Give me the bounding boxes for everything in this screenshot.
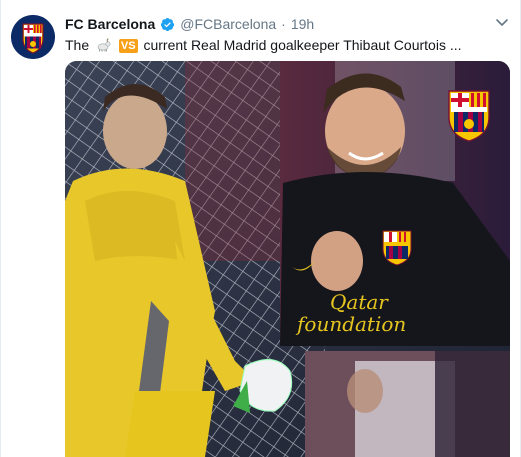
chevron-down-icon[interactable]: [494, 14, 510, 30]
shirt-sponsor-line2: foundation: [295, 312, 406, 336]
video-frame-image: Qatar foundation: [65, 61, 510, 457]
barcelona-crest-icon: [448, 90, 490, 142]
tweet-timestamp[interactable]: 19h: [291, 16, 314, 32]
user-handle[interactable]: @FCBarcelona: [180, 16, 276, 32]
tweet-text-start: The: [65, 37, 90, 53]
fc-barcelona-crest-icon: [11, 15, 55, 59]
avatar[interactable]: [11, 15, 55, 59]
tweet-text: The VS current Real Madrid goalkeeper Th…: [65, 36, 506, 54]
tweet-media-video[interactable]: Qatar foundation: [65, 61, 510, 457]
shirt-sponsor-line1: Qatar: [330, 290, 389, 314]
separator-dot: ·: [281, 16, 286, 32]
display-name[interactable]: FC Barcelona: [65, 16, 155, 32]
tweet-card[interactable]: FC Barcelona @FCBarcelona · 19h The VS c…: [0, 0, 521, 457]
vs-emoji-badge: VS: [118, 39, 138, 53]
goat-emoji-icon: [97, 38, 111, 52]
verified-badge-icon: [161, 17, 175, 31]
tweet-text-rest: current Real Madrid goalkeeper Thibaut C…: [143, 37, 462, 53]
tweet-header: FC Barcelona @FCBarcelona · 19h: [65, 15, 510, 33]
